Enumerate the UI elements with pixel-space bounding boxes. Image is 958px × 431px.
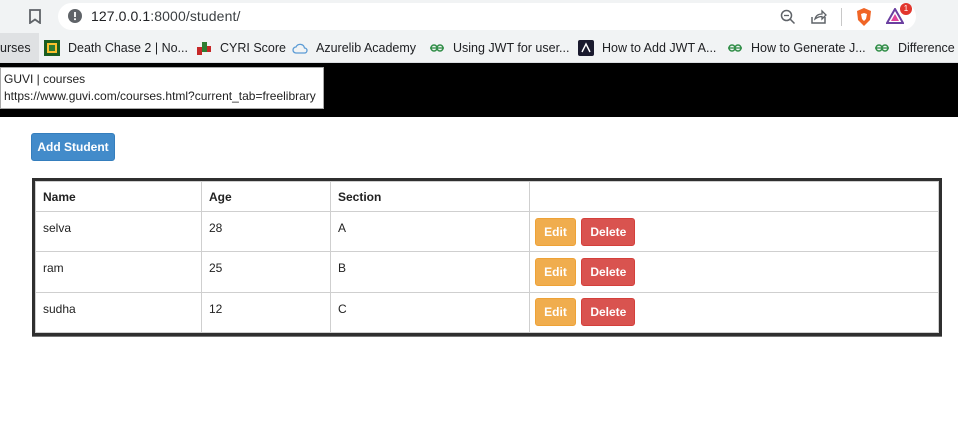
cell-age: 12 <box>201 291 331 334</box>
column-header-actions <box>529 180 939 213</box>
notification-badge: 1 <box>900 3 912 15</box>
rewards-extension[interactable]: 1 <box>885 3 912 26</box>
bookmark-item[interactable]: Azurelib Academy <box>292 33 416 62</box>
edit-button[interactable]: Edit <box>535 217 576 246</box>
tooltip-url: https://www.guvi.com/courses.html?curren… <box>4 89 316 103</box>
delete-button[interactable]: Delete <box>581 217 636 246</box>
url-text[interactable]: 127.0.0.1:8000/student/ <box>91 8 240 24</box>
site-icon <box>578 39 594 56</box>
table-header-row: Name Age Section <box>35 180 939 213</box>
cell-age: 25 <box>201 251 331 293</box>
table-row: ram 25 B Edit Delete <box>35 251 939 293</box>
gfg-icon <box>429 40 445 56</box>
address-bar[interactable]: 127.0.0.1:8000/student/ 1 <box>58 3 916 30</box>
cloud-icon <box>292 40 308 56</box>
zoom-icon[interactable] <box>780 9 796 25</box>
delete-button[interactable]: Delete <box>581 258 636 287</box>
table-row: selva 28 A Edit Delete <box>35 211 939 253</box>
table-row: sudha 12 C Edit Delete <box>35 291 939 334</box>
cell-age: 28 <box>201 211 331 253</box>
toolbar-divider <box>841 8 842 26</box>
cell-name: ram <box>35 251 202 293</box>
bookmark-item[interactable]: How to Add JWT A... <box>578 33 716 62</box>
bookmark-item[interactable]: Using JWT for user... <box>429 33 569 62</box>
bookmark-tooltip: GUVI | courses https://www.guvi.com/cour… <box>0 67 324 109</box>
edit-button[interactable]: Edit <box>535 258 576 287</box>
bookmark-item[interactable]: urses <box>0 33 39 62</box>
cell-actions: Edit Delete <box>529 291 939 334</box>
bookmark-item[interactable]: Death Chase 2 | No... <box>44 33 188 62</box>
cell-section: B <box>330 251 530 293</box>
edit-button[interactable]: Edit <box>535 298 576 327</box>
site-info-icon[interactable] <box>68 9 82 23</box>
bookmarks-bar: urses Death Chase 2 | No... CYRI Score A… <box>0 33 958 63</box>
tooltip-title: GUVI | courses <box>4 72 86 86</box>
column-header-section: Section <box>330 180 530 213</box>
bookmark-page-icon[interactable] <box>26 7 44 25</box>
column-header-name: Name <box>35 180 202 213</box>
cell-actions: Edit Delete <box>529 251 939 293</box>
bookmark-item[interactable]: How to Generate J... <box>727 33 866 62</box>
cell-name: sudha <box>35 291 202 334</box>
add-student-button[interactable]: Add Student <box>31 133 115 161</box>
share-icon[interactable] <box>810 9 827 25</box>
bookmark-item[interactable]: CYRI Score <box>196 33 286 62</box>
game-icon <box>44 39 60 56</box>
column-header-age: Age <box>201 180 331 213</box>
students-table: Name Age Section selva 28 A Edit Delete … <box>32 178 942 336</box>
browser-toolbar: 127.0.0.1:8000/student/ 1 <box>0 0 958 33</box>
score-icon <box>196 40 212 56</box>
cell-section: A <box>330 211 530 253</box>
cell-actions: Edit Delete <box>529 211 939 253</box>
brave-shield-icon[interactable] <box>856 8 872 26</box>
bookmark-item[interactable]: Difference b <box>874 33 958 62</box>
cell-name: selva <box>35 211 202 253</box>
gfg-icon <box>727 40 743 56</box>
delete-button[interactable]: Delete <box>581 298 636 327</box>
gfg-icon <box>874 40 890 56</box>
cell-section: C <box>330 291 530 334</box>
